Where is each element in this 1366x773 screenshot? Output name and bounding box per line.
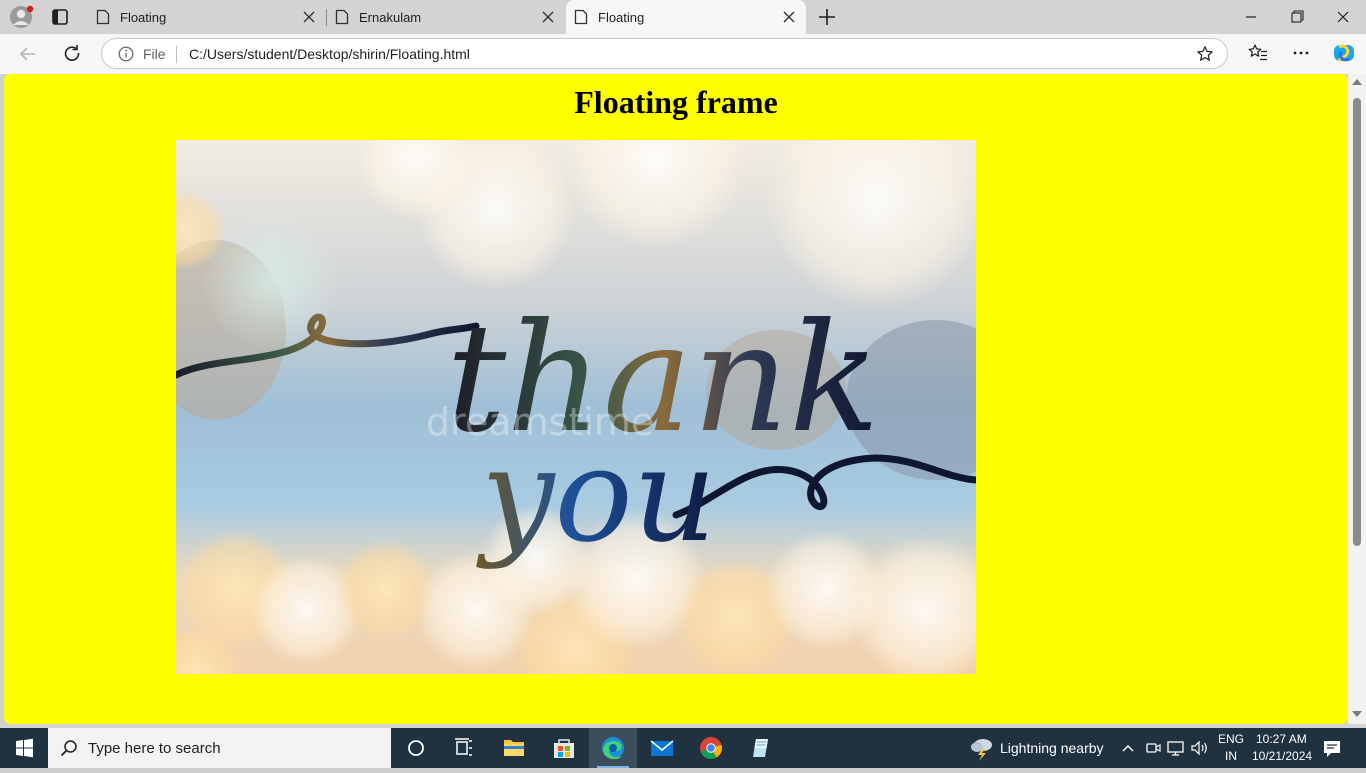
page-viewport: Floating frame thank you dreamstime: [4, 74, 1348, 724]
tab-floating-active[interactable]: Floating: [566, 0, 806, 34]
tab-ernakulam[interactable]: Ernakulam: [327, 0, 565, 34]
page-icon: [574, 9, 588, 25]
favorites-icon[interactable]: [1247, 42, 1269, 64]
tab-actions-icon[interactable]: [48, 5, 72, 29]
chrome-icon[interactable]: [687, 728, 735, 768]
cortana-icon[interactable]: [392, 728, 440, 768]
scroll-down-arrow-icon[interactable]: [1352, 711, 1362, 717]
mail-icon[interactable]: [638, 728, 686, 768]
profile-avatar-icon[interactable]: [8, 4, 34, 30]
weather-text: Lightning nearby: [1000, 740, 1104, 756]
scrollbar-thumb[interactable]: [1353, 98, 1361, 546]
network-icon[interactable]: [1166, 739, 1186, 757]
tab-strip: Floating Ernakulam Floating: [0, 0, 1366, 34]
search-icon: [60, 740, 77, 757]
language-label: ENG: [1218, 732, 1245, 746]
tab-label: Ernakulam: [359, 10, 422, 25]
address-divider: [176, 46, 177, 63]
close-tab-icon[interactable]: [302, 10, 316, 24]
back-arrow-icon[interactable]: [16, 42, 40, 66]
image-watermark: dreamstime: [426, 400, 654, 444]
volume-icon[interactable]: [1190, 739, 1210, 757]
windows-taskbar: Type here to search Lightning nearby ENG…: [0, 728, 1366, 768]
input-language[interactable]: ENG IN: [1212, 728, 1248, 768]
clock[interactable]: 10:27 AM 10/21/2024: [1250, 728, 1316, 768]
region-label: IN: [1225, 749, 1237, 763]
task-view-icon[interactable]: [440, 728, 488, 768]
address-bar[interactable]: File C:/Users/student/Desktop/shirin/Flo…: [101, 38, 1228, 69]
more-options-icon[interactable]: [1290, 42, 1312, 64]
info-icon[interactable]: [118, 46, 134, 62]
microsoft-store-icon[interactable]: [540, 728, 588, 768]
file-explorer-icon[interactable]: [490, 728, 538, 768]
address-toolbar: File C:/Users/student/Desktop/shirin/Flo…: [0, 34, 1366, 74]
meet-now-icon[interactable]: [1144, 740, 1162, 756]
close-window-icon[interactable]: [1328, 6, 1358, 28]
windows-start-icon[interactable]: [0, 728, 48, 768]
new-tab-icon[interactable]: [816, 6, 838, 28]
copilot-icon[interactable]: [1332, 41, 1356, 65]
tab-label: Floating: [120, 10, 167, 25]
close-tab-icon[interactable]: [782, 10, 796, 24]
weather-storm-icon: [971, 739, 992, 761]
thank-you-image: thank you dreamstime: [176, 140, 976, 674]
edge-browser-icon[interactable]: [589, 728, 637, 768]
weather-widget[interactable]: Lightning nearby: [966, 728, 1112, 768]
page-icon: [96, 9, 110, 25]
tab-label: Floating: [598, 10, 645, 25]
favorite-star-icon[interactable]: [1196, 45, 1214, 63]
page-heading: Floating frame: [574, 84, 778, 120]
page-icon: [335, 9, 349, 25]
floating-iframe[interactable]: thank you dreamstime: [176, 140, 976, 674]
vertical-scrollbar[interactable]: [1348, 74, 1366, 724]
clock-date: 10/21/2024: [1252, 749, 1313, 763]
minimize-icon[interactable]: [1236, 6, 1266, 28]
search-placeholder: Type here to search: [88, 740, 221, 757]
restore-icon[interactable]: [1282, 6, 1312, 28]
taskbar-search-box[interactable]: Type here to search: [48, 728, 391, 768]
close-tab-icon[interactable]: [541, 10, 555, 24]
scheme-label: File: [143, 46, 166, 62]
show-hidden-icons-chevron-icon[interactable]: [1120, 740, 1136, 756]
tab-floating-1[interactable]: Floating: [88, 0, 326, 34]
scroll-up-arrow-icon[interactable]: [1352, 79, 1362, 85]
url-text[interactable]: C:/Users/student/Desktop/shirin/Floating…: [189, 46, 470, 62]
clock-time: 10:27 AM: [1256, 732, 1307, 746]
notepad-app-icon[interactable]: [736, 728, 784, 768]
refresh-icon[interactable]: [60, 42, 84, 66]
notifications-icon[interactable]: [1320, 738, 1344, 760]
